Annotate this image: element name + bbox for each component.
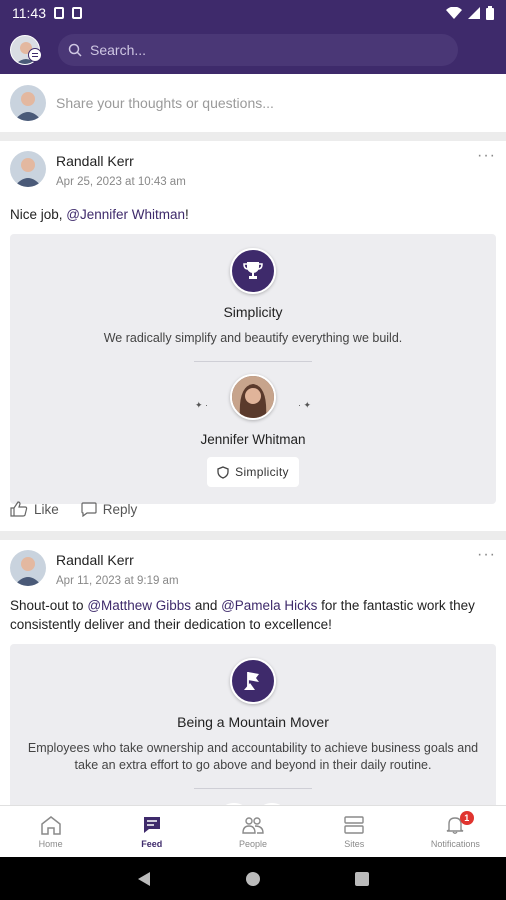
value-description: Employees who take ownership and account… — [27, 741, 479, 772]
post-text: Nice job, @Jennifer Whitman! — [10, 207, 189, 222]
back-icon[interactable] — [137, 871, 151, 887]
more-options-icon[interactable]: ··· — [477, 147, 496, 165]
recents-icon[interactable] — [355, 871, 369, 886]
post-date: Apr 11, 2023 at 9:19 am — [56, 575, 179, 587]
wifi-icon — [446, 7, 462, 19]
sparkle-icon: ✦ · — [195, 400, 209, 410]
like-button[interactable]: Like — [10, 501, 59, 517]
post-date: Apr 25, 2023 at 10:43 am — [56, 176, 186, 188]
search-icon — [68, 43, 82, 57]
storage-icon — [72, 7, 82, 19]
thumbs-up-icon — [10, 501, 28, 517]
status-bar: 11:43 — [0, 0, 506, 26]
flag-icon — [230, 658, 276, 704]
post-composer[interactable]: Share your thoughts or questions... — [0, 74, 506, 132]
menu-icon[interactable] — [28, 48, 42, 62]
nav-home[interactable]: Home — [0, 806, 101, 857]
app-bar: Search... — [0, 26, 506, 74]
value-description: We radically simplify and beautify every… — [103, 331, 403, 345]
divider — [194, 788, 312, 789]
divider — [194, 361, 312, 362]
feed-post: Randall Kerr Apr 25, 2023 at 10:43 am ··… — [0, 141, 506, 531]
nav-people[interactable]: People — [202, 806, 303, 857]
people-icon — [242, 816, 264, 834]
author-name[interactable]: Randall Kerr — [56, 552, 179, 568]
search-placeholder: Search... — [90, 42, 147, 58]
comment-icon — [81, 501, 97, 517]
author-name[interactable]: Randall Kerr — [56, 153, 186, 169]
sim-icon — [54, 7, 64, 19]
recipient-name: Jennifer Whitman — [200, 432, 306, 447]
notification-count-badge: 1 — [459, 811, 474, 825]
system-nav-bar — [0, 857, 506, 900]
search-input[interactable]: Search... — [58, 34, 458, 66]
author-avatar[interactable] — [10, 151, 46, 187]
trophy-icon — [230, 248, 276, 294]
value-card: Simplicity We radically simplify and bea… — [10, 234, 496, 504]
mention-link[interactable]: @Jennifer Whitman — [66, 207, 185, 222]
feed-post: Randall Kerr Apr 11, 2023 at 9:19 am ···… — [0, 540, 506, 805]
more-options-icon[interactable]: ··· — [477, 546, 496, 564]
nav-sites[interactable]: Sites — [304, 806, 405, 857]
nav-notifications[interactable]: 1 Notifications — [405, 806, 506, 857]
value-title: Being a Mountain Mover — [177, 714, 329, 730]
feed-icon — [143, 816, 160, 833]
value-chip[interactable]: Simplicity — [207, 457, 299, 487]
author-avatar[interactable] — [10, 550, 46, 586]
bottom-nav: Home Feed People Sites 1 Notifications — [0, 805, 506, 857]
nav-feed[interactable]: Feed — [101, 806, 202, 857]
post-text: Shout-out to @Matthew Gibbs and @Pamela … — [10, 598, 475, 632]
signal-icon — [468, 7, 480, 19]
sites-icon — [344, 815, 364, 834]
value-title: Simplicity — [223, 304, 283, 320]
mention-link[interactable]: @Pamela Hicks — [221, 598, 317, 613]
composer-avatar — [10, 85, 46, 121]
home-circle-icon[interactable] — [245, 871, 261, 887]
value-card: Being a Mountain Mover Employees who tak… — [10, 644, 496, 805]
reply-button[interactable]: Reply — [81, 501, 137, 517]
status-time: 11:43 — [12, 5, 46, 21]
recipient-avatar[interactable] — [230, 374, 276, 420]
composer-placeholder: Share your thoughts or questions... — [56, 95, 274, 111]
post-actions: Like Reply — [0, 501, 147, 517]
battery-icon — [486, 6, 494, 20]
home-icon — [40, 815, 61, 835]
shield-icon — [217, 465, 229, 479]
mention-link[interactable]: @Matthew Gibbs — [87, 598, 191, 613]
sparkle-icon: · ✦ — [297, 400, 311, 410]
